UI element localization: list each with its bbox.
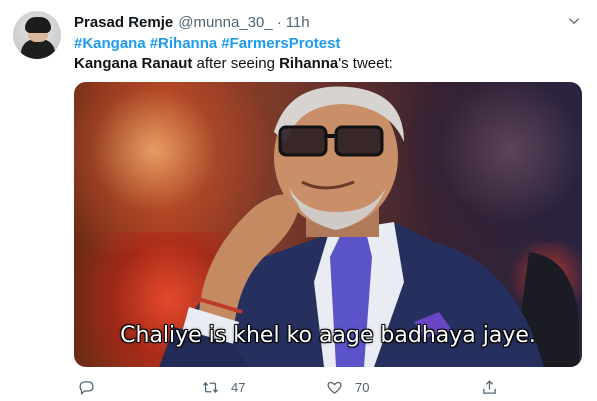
tweet-text-plain: 's tweet: (338, 55, 393, 72)
comment-icon (79, 380, 94, 395)
author-handle[interactable]: @munna_30_ (178, 14, 272, 31)
retweet-count: 47 (231, 379, 246, 395)
tweet-text-bold: Rihanna (279, 55, 339, 72)
share-icon (483, 379, 496, 394)
tweet[interactable]: Prasad Remje @munna_30_ · 11h #Kangana #R… (0, 0, 597, 401)
hashtags: #Kangana #Rihanna #FarmersProtest (74, 35, 344, 52)
tweet-image[interactable]: Chaliye is khel ko aage badhaya jaye. (74, 82, 582, 367)
hashtag-link[interactable]: #Kangana (74, 35, 146, 52)
tweet-header: Prasad Remje @munna_30_ · 11h (74, 12, 310, 32)
tweet-actions: 47 70 (74, 376, 582, 398)
tweet-text-bold: Kangana Ranaut (74, 55, 193, 72)
avatar[interactable] (13, 11, 61, 59)
timestamp[interactable]: 11h (286, 14, 310, 31)
reply-button[interactable] (78, 376, 95, 398)
tweet-text-plain: after seeing (192, 55, 280, 72)
meme-caption: Chaliye is khel ko aage badhaya jaye. (120, 323, 536, 348)
hashtag-link[interactable]: #Rihanna (150, 35, 218, 52)
retweet-button[interactable]: 47 (202, 376, 245, 398)
separator-dot: · (276, 13, 282, 31)
heart-icon (327, 381, 342, 394)
retweet-icon (202, 381, 219, 393)
tweet-text: Kangana Ranaut after seeing Rihanna's tw… (74, 55, 393, 72)
like-count: 70 (355, 379, 370, 395)
like-button[interactable]: 70 (326, 376, 369, 398)
chevron-down-icon[interactable] (567, 14, 581, 28)
hashtag-link[interactable]: #FarmersProtest (221, 35, 340, 52)
author-name[interactable]: Prasad Remje (74, 14, 173, 31)
share-button[interactable] (481, 376, 498, 398)
